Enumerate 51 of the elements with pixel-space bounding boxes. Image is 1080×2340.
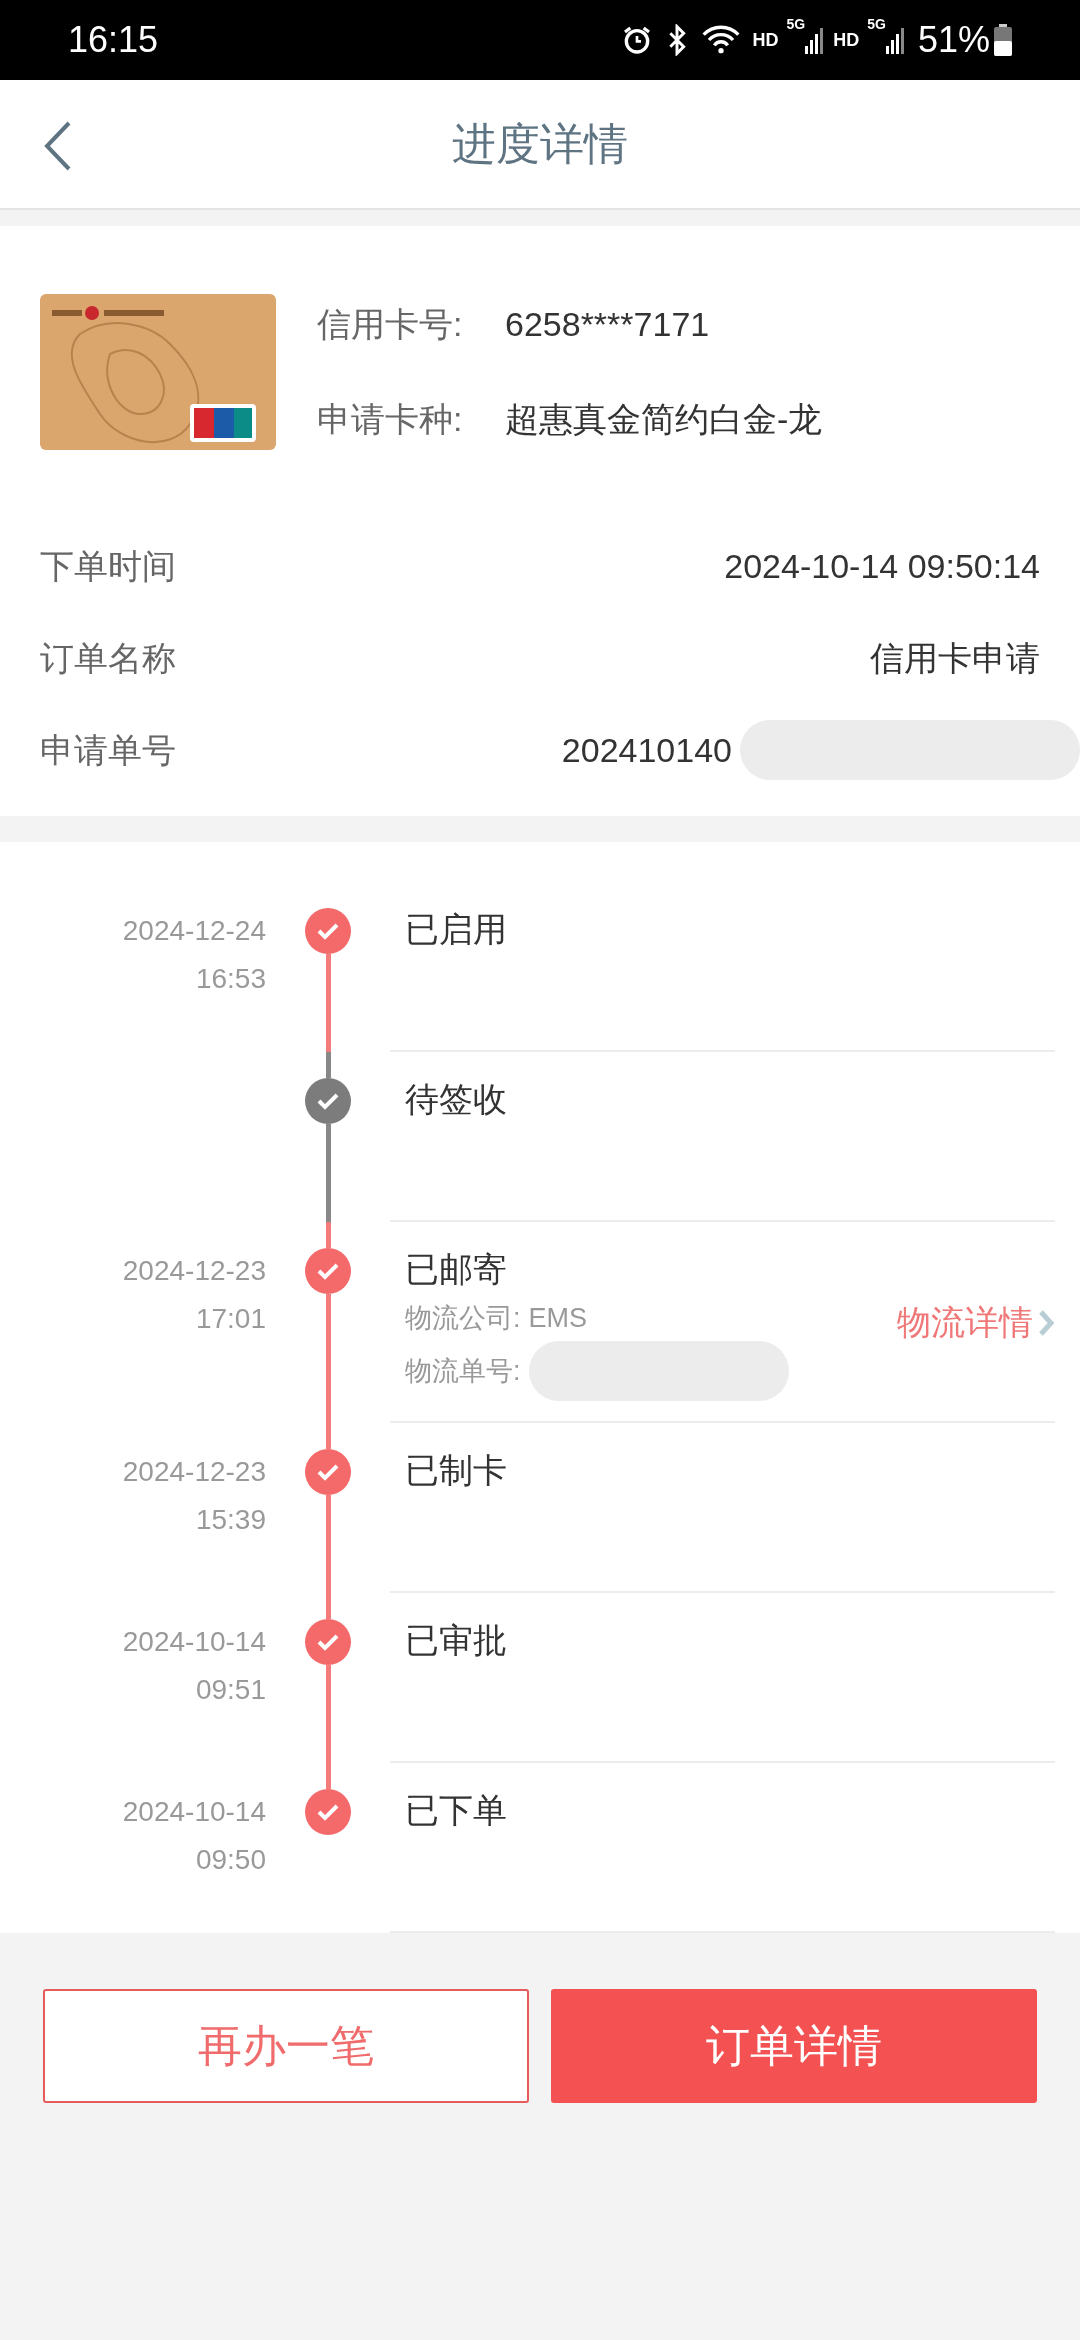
battery-icon xyxy=(994,24,1012,56)
signal-icon xyxy=(805,26,826,54)
step-time: 15:39 xyxy=(195,1503,266,1537)
step-title: 已下单 xyxy=(405,1790,508,1831)
step-time: 17:01 xyxy=(195,1302,266,1336)
order-field-label: 申请单号 xyxy=(40,729,176,771)
check-icon xyxy=(316,1261,340,1281)
order-field-value: 2024-10-14 09:50:14 xyxy=(724,545,1040,587)
card-field-value: 超惠真金简约白金-龙 xyxy=(505,399,823,440)
step-title: 已邮寄 xyxy=(405,1249,508,1290)
step-date: 2024-10-14 xyxy=(122,1795,266,1829)
check-icon xyxy=(316,1462,340,1482)
check-icon xyxy=(316,1632,340,1652)
check-icon xyxy=(316,1802,340,1822)
card-field-label: 申请卡种: xyxy=(317,399,464,440)
card-field-value: 6258****7171 xyxy=(505,304,710,345)
detail-label: 物流公司: xyxy=(405,1302,521,1335)
chevron-right-icon xyxy=(1037,1308,1055,1337)
network-label: HD xyxy=(752,28,779,52)
step-date: 2024-12-23 xyxy=(122,1455,266,1489)
step-date: 2024-12-23 xyxy=(122,1254,266,1288)
step-title: 已制卡 xyxy=(405,1450,508,1491)
order-field-value: 信用卡申请 xyxy=(870,637,1040,679)
check-icon xyxy=(316,1091,340,1111)
step-time: 09:50 xyxy=(195,1843,266,1877)
network-label: 5G xyxy=(867,15,886,34)
status-time: 16:15 xyxy=(68,18,159,62)
network-label: HD xyxy=(833,28,860,52)
check-icon xyxy=(316,921,340,941)
signal-icon xyxy=(885,26,906,54)
action-button[interactable]: 订单详情 xyxy=(551,1989,1037,2103)
network-label: 5G xyxy=(786,15,806,34)
step-title: 待签收 xyxy=(405,1079,508,1120)
order-field-label: 订单名称 xyxy=(40,637,176,679)
card-field-label: 信用卡号: xyxy=(317,304,464,345)
wifi-icon xyxy=(700,24,741,56)
step-title: 已启用 xyxy=(405,909,508,950)
step-time: 16:53 xyxy=(195,962,266,996)
back-icon xyxy=(43,120,73,172)
step-time: 09:51 xyxy=(195,1673,266,1707)
order-field-value: 202410140 xyxy=(561,729,732,771)
step-date: 2024-10-14 xyxy=(122,1625,266,1659)
logistics-detail-link[interactable]: 物流详情 xyxy=(897,1297,1055,1348)
battery-percent: 51% xyxy=(917,18,990,62)
detail-label: 物流单号: xyxy=(405,1355,521,1388)
step-date: 2024-12-24 xyxy=(122,914,266,948)
detail-value: EMS xyxy=(528,1302,588,1335)
step-title: 已审批 xyxy=(405,1620,508,1661)
page-title: 进度详情 xyxy=(452,118,628,170)
order-field-label: 下单时间 xyxy=(40,545,176,587)
action-button[interactable]: 再办一笔 xyxy=(43,1989,529,2103)
